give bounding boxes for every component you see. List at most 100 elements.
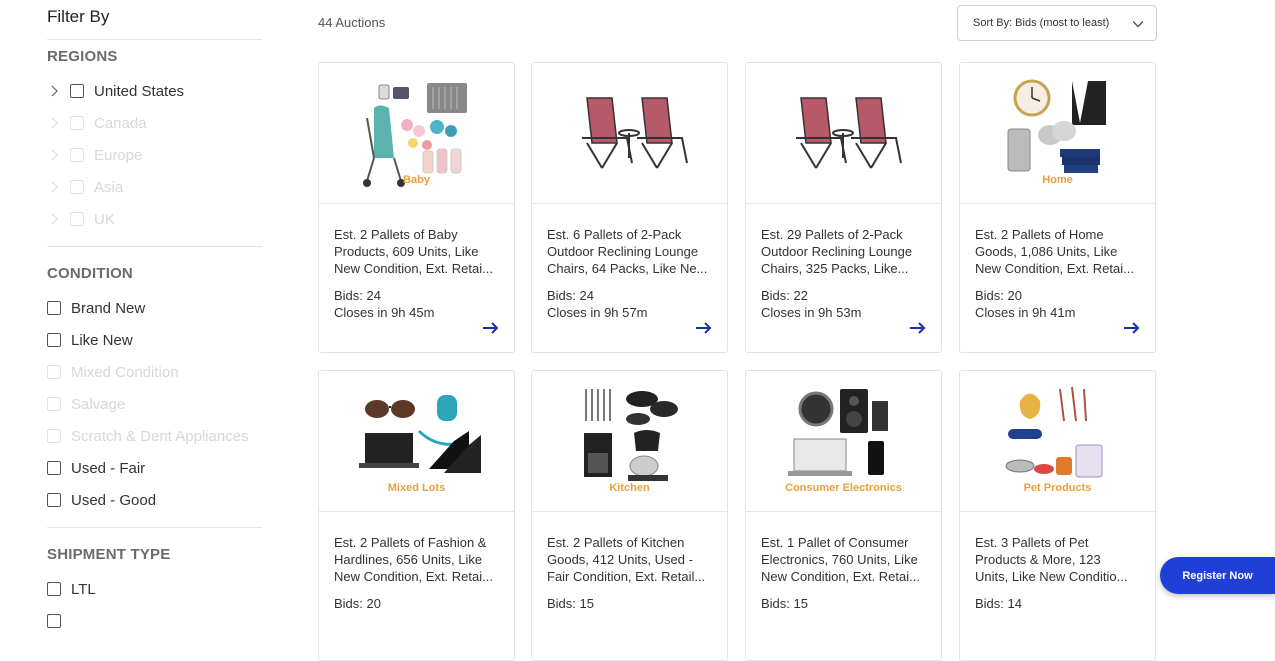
auction-image-baby[interactable]: Baby — [319, 63, 514, 204]
shipment-option-ltl[interactable]: LTL — [47, 579, 96, 599]
checkbox[interactable] — [47, 429, 61, 443]
chevron-right-icon[interactable] — [49, 181, 61, 193]
arrow-right-icon[interactable] — [482, 320, 500, 336]
checkbox[interactable] — [70, 148, 84, 162]
shipment-label: LTL — [71, 580, 96, 598]
shipment-option-partial[interactable] — [47, 611, 71, 631]
condition-label: Like New — [71, 331, 133, 349]
auction-title[interactable]: Est. 2 Pallets of Fashion & Hardlines, 65… — [334, 534, 504, 585]
checkbox[interactable] — [47, 301, 61, 315]
divider — [47, 527, 262, 528]
divider — [47, 39, 262, 40]
condition-heading: CONDITION — [47, 265, 133, 282]
checkbox[interactable] — [70, 84, 84, 98]
image-label: Pet Products — [1023, 482, 1092, 494]
chevron-right-icon[interactable] — [49, 85, 61, 97]
condition-label: Scratch & Dent Appliances — [71, 427, 249, 445]
region-label: Europe — [94, 146, 143, 164]
region-option-canada[interactable]: Canada — [49, 113, 147, 133]
auction-card[interactable]: Pet Products Est. 3 Pallets of Pet Produc… — [959, 370, 1156, 661]
condition-label: Salvage — [71, 395, 126, 413]
arrow-right-icon[interactable] — [695, 320, 713, 336]
checkbox[interactable] — [47, 614, 61, 628]
checkbox[interactable] — [70, 212, 84, 226]
arrow-right-icon[interactable] — [909, 320, 927, 336]
image-label: Baby — [403, 174, 430, 186]
checkbox[interactable] — [47, 365, 61, 379]
bid-count: Bids: 14 — [975, 596, 1022, 611]
auction-card[interactable]: Baby Est. 2 Pallets of Baby Products, 609… — [318, 62, 515, 353]
auction-card[interactable]: Est. 29 Pallets of 2-Pack Outdoor Reclini… — [745, 62, 942, 353]
condition-option-brand-new[interactable]: Brand New — [47, 298, 145, 318]
image-label: Consumer Electronics — [785, 482, 902, 494]
auction-image-lounge-chairs[interactable] — [746, 63, 941, 204]
arrow-right-icon[interactable] — [1123, 320, 1141, 336]
sort-dropdown[interactable]: Sort By: Bids (most to least) — [957, 5, 1157, 41]
auction-card[interactable]: Est. 6 Pallets of 2-Pack Outdoor Reclinin… — [531, 62, 728, 353]
auction-title[interactable]: Est. 2 Pallets of Baby Products, 609 Unit… — [334, 226, 504, 277]
condition-option-scratch-dent[interactable]: Scratch & Dent Appliances — [47, 426, 249, 446]
closing-time: Closes in 9h 57m — [547, 305, 648, 320]
auction-title[interactable]: Est. 2 Pallets of Home Goods, 1,086 Units… — [975, 226, 1145, 277]
divider — [47, 246, 262, 247]
auction-title[interactable]: Est. 6 Pallets of 2-Pack Outdoor Reclinin… — [547, 226, 717, 277]
condition-label: Mixed Condition — [71, 363, 179, 381]
checkbox[interactable] — [70, 116, 84, 130]
image-label: Kitchen — [609, 482, 650, 494]
filter-title: Filter By — [47, 7, 110, 26]
shipment-heading: SHIPMENT TYPE — [47, 546, 171, 563]
auction-image-consumer-electronics[interactable]: Consumer Electronics — [746, 371, 941, 512]
bid-count: Bids: 15 — [547, 596, 594, 611]
condition-option-salvage[interactable]: Salvage — [47, 394, 125, 414]
auction-image-lounge-chairs[interactable] — [532, 63, 727, 204]
chevron-right-icon[interactable] — [49, 149, 61, 161]
auction-card[interactable]: Mixed Lots Est. 2 Pallets of Fashion & Ha… — [318, 370, 515, 661]
auction-card[interactable]: Consumer Electronics Est. 1 Pallet of Co… — [745, 370, 942, 661]
bid-count: Bids: 22 — [761, 288, 808, 303]
region-option-europe[interactable]: Europe — [49, 145, 142, 165]
condition-label: Used - Good — [71, 491, 157, 509]
region-option-asia[interactable]: Asia — [49, 177, 123, 197]
auction-title[interactable]: Est. 29 Pallets of 2-Pack Outdoor Reclini… — [761, 226, 931, 277]
chevron-down-icon — [1132, 18, 1144, 33]
closing-time: Closes in 9h 53m — [761, 305, 862, 320]
region-option-united-states[interactable]: United States — [49, 81, 184, 101]
checkbox[interactable] — [47, 461, 61, 475]
auction-image-pet-products[interactable]: Pet Products — [960, 371, 1155, 512]
closing-time: Closes in 9h 45m — [334, 305, 435, 320]
regions-heading: REGIONS — [47, 48, 118, 65]
auction-image-kitchen[interactable]: Kitchen — [532, 371, 727, 512]
region-label: Canada — [94, 114, 147, 132]
register-now-button[interactable]: Register Now — [1160, 557, 1275, 594]
auction-image-home[interactable]: Home — [960, 63, 1155, 204]
sort-label: Sort By: Bids (most to least) — [973, 17, 1110, 29]
condition-option-like-new[interactable]: Like New — [47, 330, 133, 350]
condition-option-used-good[interactable]: Used - Good — [47, 490, 156, 510]
checkbox[interactable] — [47, 582, 61, 596]
closing-time: Closes in 9h 41m — [975, 305, 1076, 320]
bid-count: Bids: 20 — [975, 288, 1022, 303]
auction-title[interactable]: Est. 1 Pallet of Consumer Electronics, 76… — [761, 534, 931, 585]
region-label: UK — [94, 210, 115, 228]
auction-title[interactable]: Est. 2 Pallets of Kitchen Goods, 412 Unit… — [547, 534, 717, 585]
auction-count: 44 Auctions — [318, 15, 386, 30]
chevron-right-icon[interactable] — [49, 117, 61, 129]
chevron-right-icon[interactable] — [49, 213, 61, 225]
auction-title[interactable]: Est. 3 Pallets of Pet Products & More, 12… — [975, 534, 1145, 585]
image-label: Mixed Lots — [387, 482, 446, 494]
region-label: United States — [94, 82, 185, 100]
auction-card[interactable]: Home Est. 2 Pallets of Home Goods, 1,086 … — [959, 62, 1156, 353]
condition-option-used-fair[interactable]: Used - Fair — [47, 458, 145, 478]
condition-label: Used - Fair — [71, 459, 146, 477]
checkbox[interactable] — [47, 333, 61, 347]
condition-label: Brand New — [71, 299, 146, 317]
checkbox[interactable] — [70, 180, 84, 194]
auction-card[interactable]: Kitchen Est. 2 Pallets of Kitchen Goods, … — [531, 370, 728, 661]
bid-count: Bids: 20 — [334, 596, 381, 611]
checkbox[interactable] — [47, 397, 61, 411]
condition-option-mixed[interactable]: Mixed Condition — [47, 362, 179, 382]
bid-count: Bids: 24 — [334, 288, 381, 303]
auction-image-mixed-lots[interactable]: Mixed Lots — [319, 371, 514, 512]
region-option-uk[interactable]: UK — [49, 209, 115, 229]
checkbox[interactable] — [47, 493, 61, 507]
